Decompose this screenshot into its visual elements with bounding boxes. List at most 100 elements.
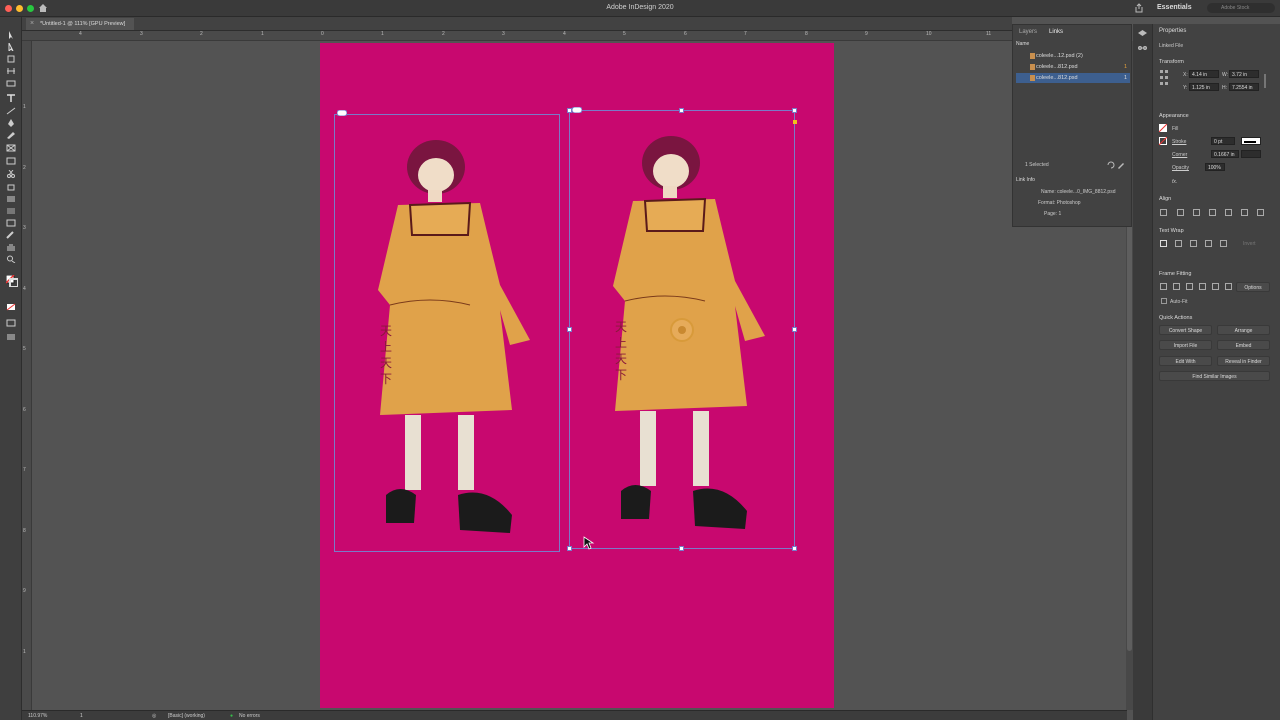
wrap-bounding-box-icon[interactable] [1175,240,1182,247]
layers-panel-icon[interactable] [1138,30,1147,38]
gradient-tool-icon[interactable] [6,195,16,203]
link-badge-icon[interactable] [337,110,347,116]
fill-swatch-icon[interactable] [1159,124,1167,132]
document-tab[interactable]: × *Untitled-1 @ 111% [GPU Preview] [26,18,134,30]
tab-layers[interactable]: Layers [1019,29,1037,35]
fill-frame-proportionally-icon[interactable] [1160,283,1167,290]
preflight-status[interactable]: No errors [239,713,260,719]
import-file-button[interactable]: Import File [1159,340,1212,350]
preflight-profile[interactable]: [Basic] (working) [168,713,205,719]
selection-tool-icon[interactable] [6,31,16,39]
share-icon[interactable] [1134,3,1144,13]
live-corner-widget[interactable] [793,120,797,124]
apply-none-icon[interactable] [6,303,16,311]
fill-stroke-swatch-icon[interactable] [6,275,18,287]
workspace-switcher[interactable]: Essentials [1157,4,1192,11]
y-field[interactable]: 1.125 in [1189,83,1219,91]
w-field[interactable]: 3.72 in [1229,70,1259,78]
invert-checkbox[interactable]: Invert [1243,241,1256,247]
gap-tool-icon[interactable] [6,67,16,75]
resize-handle[interactable] [792,108,797,113]
eyedropper-tool-icon[interactable] [6,231,16,239]
pen-tool-icon[interactable] [6,119,16,127]
stroke-swatch-icon[interactable] [1159,137,1167,145]
zoom-tool-icon[interactable] [6,255,16,263]
content-aware-fit-icon[interactable] [1225,283,1232,290]
adobe-stock-search[interactable]: Adobe Stock [1207,3,1275,13]
gradient-feather-tool-icon[interactable] [6,207,16,215]
rectangle-frame-tool-icon[interactable] [6,144,16,152]
resize-handle[interactable] [567,327,572,332]
opacity-field[interactable]: 100% [1205,163,1225,171]
align-left-icon[interactable] [1177,209,1184,216]
content-collector-icon[interactable] [6,79,16,87]
link-badge-icon[interactable] [572,107,582,113]
link-row-parent[interactable]: coleele...12.psd (2) [1016,51,1130,61]
auto-fit-checkbox[interactable] [1161,298,1167,304]
pencil-tool-icon[interactable] [6,131,16,139]
resize-handle[interactable] [792,546,797,551]
x-field[interactable]: 4.14 in [1189,70,1219,78]
screen-mode-icon[interactable] [6,333,16,341]
align-center-icon[interactable] [1193,209,1200,216]
effects-button[interactable]: fx. [1172,179,1177,185]
h-field[interactable]: 7.2554 in [1229,83,1259,91]
page-tool-icon[interactable] [6,55,16,63]
link-row-selected[interactable]: coleele...812.psd 1 [1016,73,1130,83]
content-grabber[interactable] [670,318,694,342]
fit-content-to-frame-icon[interactable] [1199,283,1206,290]
close-tab-icon[interactable]: × [30,20,34,27]
align-bottom-icon[interactable] [1257,209,1264,216]
resize-handle[interactable] [792,327,797,332]
constrain-proportions-icon[interactable] [1262,74,1268,88]
stroke-weight-field[interactable]: 0 pt [1211,137,1235,145]
view-mode-icon[interactable] [6,319,16,327]
arrange-button[interactable]: Arrange [1217,325,1270,335]
tab-links[interactable]: Links [1049,29,1063,35]
resize-handle[interactable] [567,546,572,551]
corner-shape-dropdown[interactable] [1241,150,1261,158]
opacity-label[interactable]: Opacity [1172,165,1189,171]
align-middle-icon[interactable] [1241,209,1248,216]
resize-handle[interactable] [679,546,684,551]
rectangle-tool-icon[interactable] [6,157,16,165]
link-row[interactable]: coleele...812.psd 1 [1016,62,1130,72]
links-panel-icon[interactable] [1138,44,1147,52]
edit-original-icon[interactable] [1117,161,1125,169]
corner-label[interactable]: Corner [1172,152,1187,158]
type-tool-icon[interactable] [6,94,16,102]
scissors-tool-icon[interactable] [6,170,16,178]
align-top-icon[interactable] [1225,209,1232,216]
edit-with-button[interactable]: Edit With [1159,356,1212,366]
stroke-label[interactable]: Stroke [1172,139,1186,145]
name-column-header[interactable]: Name [1016,41,1029,47]
reveal-in-finder-button[interactable]: Reveal in Finder [1217,356,1270,366]
stroke-style-dropdown[interactable] [1241,137,1261,145]
corner-size-field[interactable]: 0.1667 in [1211,150,1239,158]
align-to-icon[interactable] [1160,209,1167,216]
line-tool-icon[interactable] [6,107,16,115]
properties-title[interactable]: Properties [1159,28,1186,34]
fit-content-proportionally-icon[interactable] [1173,283,1180,290]
relink-icon[interactable] [1107,161,1115,169]
convert-shape-button[interactable]: Convert Shape [1159,325,1212,335]
jump-object-icon[interactable] [1205,240,1212,247]
hand-tool-icon[interactable] [6,243,16,251]
center-content-icon[interactable] [1212,283,1219,290]
resize-handle[interactable] [679,108,684,113]
free-transform-tool-icon[interactable] [6,183,16,191]
frame-fitting-options-button[interactable]: Options [1236,282,1270,292]
no-text-wrap-icon[interactable] [1160,240,1167,247]
align-right-icon[interactable] [1209,209,1216,216]
link-info-title[interactable]: Link Info [1016,177,1035,183]
wrap-object-shape-icon[interactable] [1190,240,1197,247]
direct-selection-tool-icon[interactable] [6,43,16,51]
note-tool-icon[interactable] [6,219,16,227]
preflight-icon[interactable]: ◎ [152,713,156,719]
find-similar-images-button[interactable]: Find Similar Images [1159,371,1270,381]
reference-point-icon[interactable] [1160,70,1172,86]
fit-frame-to-content-icon[interactable] [1186,283,1193,290]
jump-next-column-icon[interactable] [1220,240,1227,247]
embed-button[interactable]: Embed [1217,340,1270,350]
page-number-field[interactable]: 1 [80,713,83,719]
